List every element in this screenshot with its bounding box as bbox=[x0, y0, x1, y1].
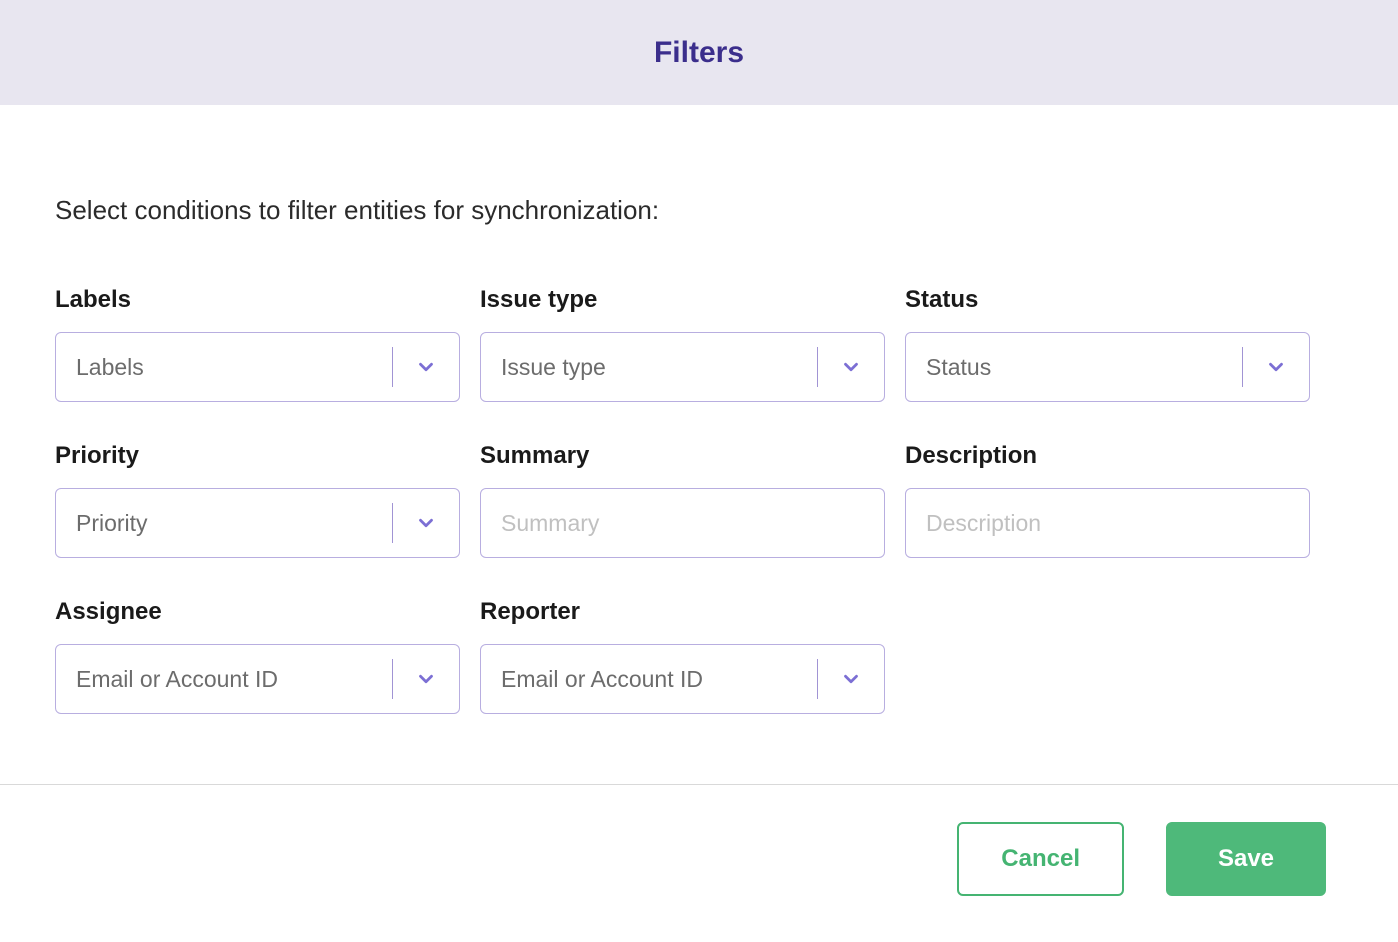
assignee-select-value[interactable] bbox=[56, 666, 392, 693]
priority-select[interactable] bbox=[55, 488, 460, 558]
field-labels: Labels bbox=[55, 286, 460, 402]
description-input-wrap bbox=[905, 488, 1310, 558]
field-summary: Summary bbox=[480, 442, 885, 558]
chevron-down-icon[interactable] bbox=[1243, 356, 1309, 378]
field-priority: Priority bbox=[55, 442, 460, 558]
cancel-button[interactable]: Cancel bbox=[957, 822, 1124, 896]
chevron-down-icon[interactable] bbox=[818, 356, 884, 378]
field-description: Description bbox=[905, 442, 1310, 558]
field-label-issue-type: Issue type bbox=[480, 286, 885, 314]
chevron-down-icon[interactable] bbox=[393, 668, 459, 690]
dialog-footer: Cancel Save bbox=[957, 822, 1326, 896]
field-status: Status bbox=[905, 286, 1310, 402]
chevron-down-icon[interactable] bbox=[393, 356, 459, 378]
footer-divider bbox=[0, 784, 1398, 785]
chevron-down-icon[interactable] bbox=[818, 668, 884, 690]
field-label-reporter: Reporter bbox=[480, 598, 885, 626]
filter-grid: Labels Issue type Status bbox=[55, 286, 1255, 714]
status-select[interactable] bbox=[905, 332, 1310, 402]
status-select-value[interactable] bbox=[906, 354, 1242, 381]
field-label-priority: Priority bbox=[55, 442, 460, 470]
dialog-header: Filters bbox=[0, 0, 1398, 105]
assignee-select[interactable] bbox=[55, 644, 460, 714]
chevron-down-icon[interactable] bbox=[393, 512, 459, 534]
reporter-select[interactable] bbox=[480, 644, 885, 714]
field-label-labels: Labels bbox=[55, 286, 460, 314]
field-label-assignee: Assignee bbox=[55, 598, 460, 626]
description-input[interactable] bbox=[906, 489, 1309, 557]
field-issue-type: Issue type bbox=[480, 286, 885, 402]
field-reporter: Reporter bbox=[480, 598, 885, 714]
issue-type-select-value[interactable] bbox=[481, 354, 817, 381]
field-label-summary: Summary bbox=[480, 442, 885, 470]
priority-select-value[interactable] bbox=[56, 510, 392, 537]
field-label-description: Description bbox=[905, 442, 1310, 470]
labels-select-value[interactable] bbox=[56, 354, 392, 381]
dialog-content: Select conditions to filter entities for… bbox=[0, 105, 1398, 754]
field-assignee: Assignee bbox=[55, 598, 460, 714]
dialog-title: Filters bbox=[654, 36, 744, 70]
summary-input[interactable] bbox=[481, 489, 884, 557]
labels-select[interactable] bbox=[55, 332, 460, 402]
reporter-select-value[interactable] bbox=[481, 666, 817, 693]
save-button[interactable]: Save bbox=[1166, 822, 1326, 896]
issue-type-select[interactable] bbox=[480, 332, 885, 402]
instructions-text: Select conditions to filter entities for… bbox=[55, 195, 1343, 226]
field-label-status: Status bbox=[905, 286, 1310, 314]
summary-input-wrap bbox=[480, 488, 885, 558]
